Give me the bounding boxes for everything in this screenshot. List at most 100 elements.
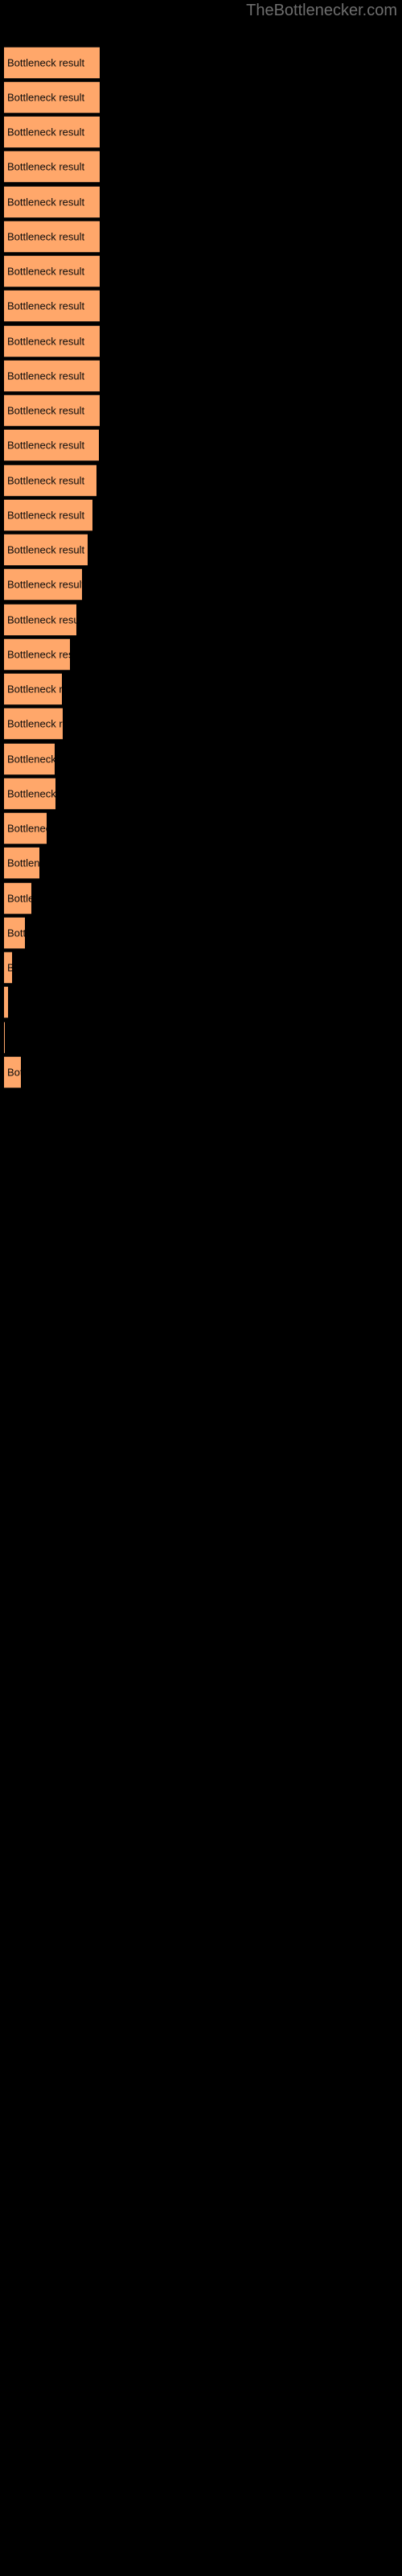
bar-fill: Bottleneck result: [4, 708, 63, 740]
bar-row: Bottleneck result: [0, 604, 402, 636]
bar-row: Bottleneck result: [0, 290, 402, 322]
bar-row: Bottleneck result: [0, 917, 402, 949]
bar-label: Bottleneck result: [7, 369, 85, 382]
bar-label: Bottleneck result: [7, 335, 85, 348]
bar[interactable]: Bottleneck result: [4, 221, 100, 253]
bar-row: Bottleneck result: [0, 673, 402, 705]
bottleneck-bar-chart: TheBottlenecker.com Bottleneck result Bot…: [0, 0, 402, 2576]
bar-label: Bottleneck result: [7, 787, 55, 800]
bar-fill: Bottleneck result: [4, 743, 55, 775]
bar-row: Bottleneck result: [0, 847, 402, 879]
bar-row: Bottleneck result: [0, 638, 402, 671]
bar[interactable]: Bottleneck result: [4, 394, 100, 427]
bar[interactable]: Bottleneck result: [4, 952, 12, 984]
bar-fill: Bottleneck result: [4, 360, 100, 392]
bar-label: Bottleneck result: [7, 753, 55, 766]
bar[interactable]: Bottleneck result: [4, 917, 25, 949]
bar-label: Bottleneck result: [7, 648, 70, 661]
bar-row: Bottleneck result: [0, 1056, 402, 1088]
bar[interactable]: Bottleneck result: [4, 534, 88, 566]
bar-label: Bottleneck result: [7, 892, 31, 905]
bar[interactable]: Bottleneck result: [4, 778, 55, 810]
bar-label: Bottleneck result: [7, 717, 63, 730]
bar-row: Bottleneck result: [0, 360, 402, 392]
bar[interactable]: Bottleneck result: [4, 429, 99, 461]
bar-label: Bottleneck result: [7, 230, 85, 243]
bar[interactable]: Bottleneck result: [4, 151, 100, 183]
bar-fill: Bottleneck result: [4, 255, 100, 287]
bar[interactable]: Bottleneck result: [4, 847, 39, 879]
bar-label: Bottleneck result: [7, 683, 62, 696]
bar[interactable]: Bottleneck result: [4, 638, 70, 671]
bar-row: Bottleneck result: [0, 1022, 402, 1054]
bar-row: Bottleneck result: [0, 47, 402, 79]
bar-row: Bottleneck result: [0, 568, 402, 601]
bar-label: Bottleneck result: [7, 404, 85, 417]
bar[interactable]: Bottleneck result: [4, 986, 8, 1018]
bar-label: Bottleneck result: [7, 56, 85, 69]
bar-fill: Bottleneck result: [4, 778, 55, 810]
bar-fill: Bottleneck result: [4, 325, 100, 357]
bar-label: Bottleneck result: [7, 578, 82, 591]
bar-row: Bottleneck result: [0, 255, 402, 287]
bar-fill: Bottleneck result: [4, 604, 76, 636]
bar-label: Bottleneck result: [7, 91, 85, 104]
plot-area: Bottleneck result Bottleneck result Bottle…: [0, 0, 402, 2576]
bar-row: Bottleneck result: [0, 952, 402, 984]
bar-label: Bottleneck result: [7, 927, 25, 939]
bar-label: Bottleneck result: [7, 857, 39, 869]
bar[interactable]: Bottleneck result: [4, 464, 96, 497]
bar-fill: Bottleneck result: [4, 81, 100, 114]
bar-row: Bottleneck result: [0, 116, 402, 148]
bar-label: Bottleneck result: [7, 439, 85, 452]
bar-row: Bottleneck result: [0, 429, 402, 461]
bar[interactable]: Bottleneck result: [4, 290, 100, 322]
bar-row: Bottleneck result: [0, 499, 402, 531]
bar-fill: Bottleneck result: [4, 429, 99, 461]
bar-label: Bottleneck result: [7, 1066, 21, 1079]
bar[interactable]: Bottleneck result: [4, 47, 100, 79]
bar-label: Bottleneck result: [7, 160, 85, 173]
bar-row: Bottleneck result: [0, 394, 402, 427]
bar-fill: Bottleneck result: [4, 673, 62, 705]
bar-fill: Bottleneck result: [4, 847, 39, 879]
bar[interactable]: Bottleneck result: [4, 743, 55, 775]
bar-label: Bottleneck result: [7, 474, 85, 487]
bar[interactable]: Bottleneck result: [4, 186, 100, 218]
bar[interactable]: Bottleneck result: [4, 116, 100, 148]
bar-fill: Bottleneck result: [4, 290, 100, 322]
bar[interactable]: Bottleneck result: [4, 255, 100, 287]
bar[interactable]: Bottleneck result: [4, 673, 62, 705]
bar[interactable]: Bottleneck result: [4, 812, 47, 844]
bar-fill: Bottleneck result: [4, 568, 82, 601]
bar-label: Bottleneck result: [7, 299, 85, 312]
bar[interactable]: Bottleneck result: [4, 604, 76, 636]
bar-label: Bottleneck result: [7, 822, 47, 835]
bar-row: Bottleneck result: [0, 708, 402, 740]
bar-row: Bottleneck result: [0, 221, 402, 253]
bar[interactable]: Bottleneck result: [4, 325, 100, 357]
bar-row: Bottleneck result: [0, 464, 402, 497]
bar-row: Bottleneck result: [0, 778, 402, 810]
bar-fill: Bottleneck result: [4, 638, 70, 671]
bar-fill: Bottleneck result: [4, 986, 8, 1018]
bar-label: Bottleneck result: [7, 196, 85, 208]
bar-row: Bottleneck result: [0, 325, 402, 357]
bar-label: Bottleneck result: [7, 543, 85, 556]
bar[interactable]: Bottleneck result: [4, 708, 63, 740]
bar[interactable]: Bottleneck result: [4, 1056, 21, 1088]
bar[interactable]: Bottleneck result: [4, 499, 92, 531]
bar-row: Bottleneck result: [0, 743, 402, 775]
bar-fill: Bottleneck result: [4, 812, 47, 844]
bar[interactable]: Bottleneck result: [4, 360, 100, 392]
bar[interactable]: Bottleneck result: [4, 568, 82, 601]
bar[interactable]: Bottleneck result: [4, 81, 100, 114]
bar-label: Bottleneck result: [7, 997, 8, 1009]
bar[interactable]: Bottleneck result: [4, 1022, 5, 1054]
bar-row: Bottleneck result: [0, 151, 402, 183]
bar-row: Bottleneck result: [0, 812, 402, 844]
bar[interactable]: Bottleneck result: [4, 882, 31, 914]
bar-fill: Bottleneck result: [4, 917, 25, 949]
bar-fill: Bottleneck result: [4, 186, 100, 218]
bar-row: Bottleneck result: [0, 986, 402, 1018]
